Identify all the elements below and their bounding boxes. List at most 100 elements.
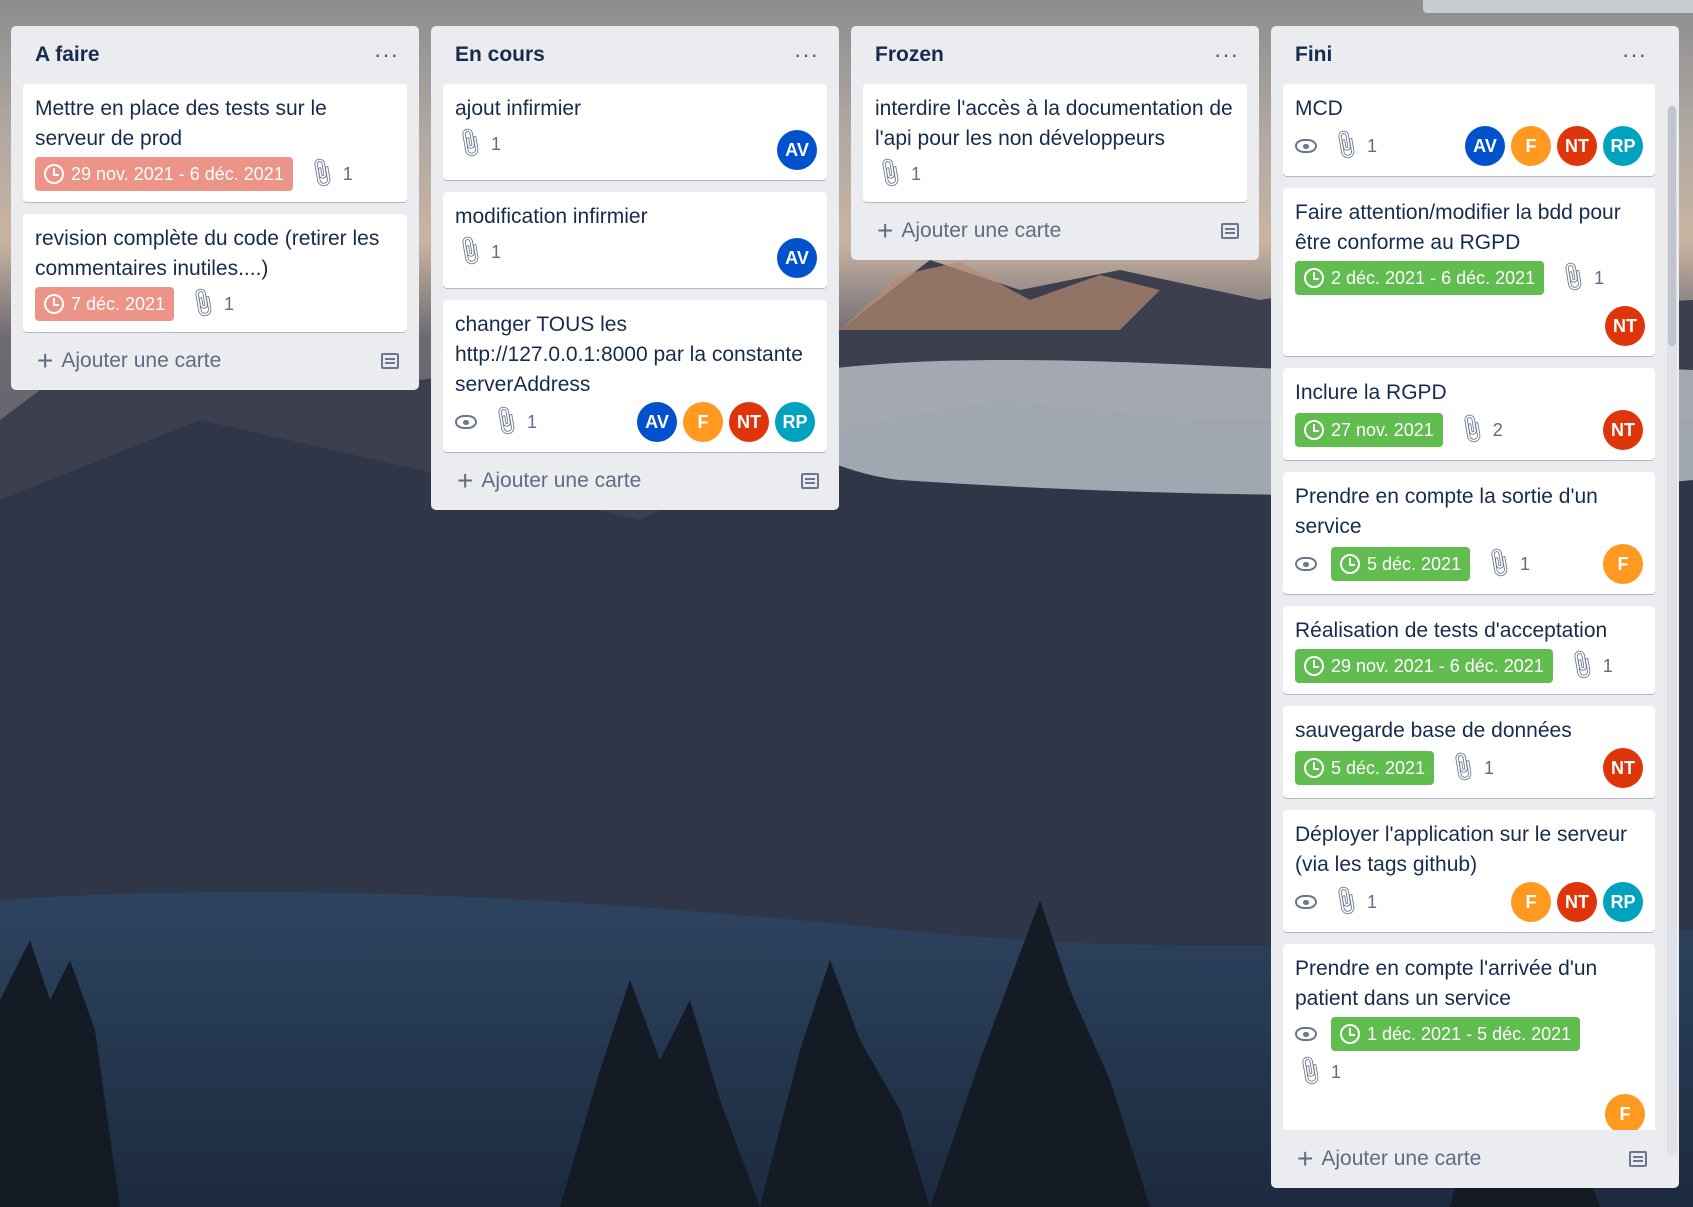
plus-icon: + [1297, 1143, 1314, 1174]
avatar[interactable]: NT [1605, 306, 1645, 346]
avatar[interactable]: NT [1603, 748, 1643, 788]
scrollbar-thumb[interactable] [1668, 106, 1676, 346]
card-title: interdire l'accès à la documentation de … [875, 97, 1233, 150]
due-date-badge[interactable]: 2 déc. 2021 - 6 déc. 2021 [1295, 261, 1545, 295]
card[interactable]: Mettre en place des tests sur le serveur… [23, 84, 407, 202]
card[interactable]: Déployer l'application sur le serveur (v… [1283, 810, 1655, 932]
avatar[interactable]: NT [1557, 126, 1597, 166]
add-card-label: Ajouter une carte [481, 469, 642, 492]
due-date-badge[interactable]: 29 nov. 2021 - 6 déc. 2021 [35, 157, 293, 191]
list-header: A faire ··· [11, 26, 419, 84]
paperclip-icon: 📎︎ [1326, 127, 1364, 164]
avatar[interactable]: AV [637, 402, 677, 442]
list-title[interactable]: Fini [1283, 43, 1332, 67]
attachment-count: 1 [1594, 267, 1605, 288]
card[interactable]: Prendre en compte l'arrivée d'un patient… [1283, 944, 1655, 1130]
avatar[interactable]: NT [729, 402, 769, 442]
card[interactable]: Prendre en compte la sortie d'un service… [1283, 472, 1655, 594]
due-date-badge[interactable]: 29 nov. 2021 - 6 déc. 2021 [1295, 649, 1553, 683]
card[interactable]: interdire l'accès à la documentation de … [863, 84, 1247, 202]
attachments-badge: 📎︎ 1 [871, 155, 921, 192]
paperclip-icon: 📎︎ [302, 155, 340, 192]
avatar[interactable]: NT [1603, 410, 1643, 450]
due-date-badge[interactable]: 5 déc. 2021 [1295, 751, 1435, 785]
avatar[interactable]: F [1603, 544, 1643, 584]
avatar[interactable]: RP [1603, 882, 1643, 922]
list-menu-icon[interactable]: ··· [1622, 44, 1655, 66]
paperclip-icon: 📎︎ [1290, 1053, 1328, 1090]
attachments-badge: 📎︎ 1 [1444, 749, 1495, 786]
eye-icon [455, 415, 477, 429]
avatar[interactable]: F [1511, 126, 1551, 166]
card[interactable]: MCD 📎︎ 1 AV F NT RP [1283, 84, 1655, 176]
avatar[interactable]: AV [1465, 126, 1505, 166]
eye-icon [1295, 557, 1317, 571]
attachment-count: 1 [1330, 1061, 1341, 1082]
eye-icon [1295, 139, 1317, 153]
avatar[interactable]: F [1605, 1094, 1645, 1130]
card[interactable]: Faire attention/modifier la bdd pour êtr… [1283, 188, 1655, 356]
paperclip-icon: 📎︎ [1443, 749, 1481, 786]
list-menu-icon[interactable]: ··· [1214, 44, 1247, 66]
due-date-text: 1 déc. 2021 - 5 déc. 2021 [1367, 1023, 1572, 1044]
card[interactable]: sauvegarde base de données 5 déc. 2021 📎… [1283, 706, 1655, 798]
clock-icon [44, 164, 64, 184]
list-header: Frozen ··· [851, 26, 1259, 84]
avatar[interactable]: NT [1557, 882, 1597, 922]
attachments-badge: 📎︎ 1 [1554, 259, 1605, 296]
card-template-icon[interactable] [1221, 223, 1239, 239]
paperclip-icon: 📎︎ [1479, 545, 1517, 582]
card-title: Prendre en compte l'arrivée d'un patient… [1295, 957, 1598, 1010]
add-card-button[interactable]: + Ajouter une carte [863, 202, 1247, 260]
avatar[interactable]: F [683, 402, 723, 442]
card-title: revision complète du code (retirer les c… [35, 227, 380, 280]
list-scrollbar[interactable] [1667, 106, 1677, 1156]
avatar[interactable]: F [1511, 882, 1551, 922]
due-date-badge[interactable]: 7 déc. 2021 [35, 287, 175, 321]
attachments-badge: 📎︎ 1 [302, 155, 352, 192]
list-frozen: Frozen ··· interdire l'accès à la docume… [851, 26, 1259, 260]
card[interactable]: Réalisation de tests d'acceptation 29 no… [1283, 606, 1655, 694]
paperclip-icon: 📎︎ [183, 285, 221, 322]
add-card-button[interactable]: + Ajouter une carte [443, 452, 827, 510]
avatar[interactable]: AV [777, 238, 817, 278]
card-template-icon[interactable] [381, 353, 399, 369]
due-date-badge[interactable]: 5 déc. 2021 [1331, 547, 1471, 581]
due-date-badge[interactable]: 1 déc. 2021 - 5 déc. 2021 [1331, 1017, 1581, 1051]
card[interactable]: revision complète du code (retirer les c… [23, 214, 407, 332]
list-menu-icon[interactable]: ··· [374, 44, 407, 66]
paperclip-icon: 📎︎ [870, 155, 908, 192]
list-header: Fini ··· [1271, 26, 1667, 84]
card-title: Faire attention/modifier la bdd pour êtr… [1295, 201, 1621, 254]
attachments-badge: 📎︎ 1 [1327, 127, 1377, 164]
list-title[interactable]: En cours [443, 43, 545, 67]
list-title[interactable]: A faire [23, 43, 100, 67]
card-title: Prendre en compte la sortie d'un service [1295, 485, 1598, 538]
clock-icon [1340, 1024, 1360, 1044]
avatar[interactable]: AV [777, 130, 817, 170]
add-card-button[interactable]: + Ajouter une carte [1283, 1130, 1655, 1188]
plus-icon: + [37, 345, 54, 376]
card[interactable]: Inclure la RGPD 27 nov. 2021 📎︎ 2 NT [1283, 368, 1655, 460]
attachments-badge: 📎︎ 1 [451, 125, 501, 162]
avatar[interactable]: RP [1603, 126, 1643, 166]
card-title: modification infirmier [455, 205, 648, 228]
avatar[interactable]: RP [775, 402, 815, 442]
card-title: MCD [1295, 97, 1343, 120]
card[interactable]: ajout infirmier 📎︎ 1 AV [443, 84, 827, 180]
attachment-count: 1 [1484, 757, 1495, 778]
clock-icon [1304, 268, 1324, 288]
clock-icon [44, 294, 64, 314]
card-template-icon[interactable] [1629, 1151, 1647, 1167]
due-date-badge[interactable]: 27 nov. 2021 [1295, 413, 1443, 447]
list-title[interactable]: Frozen [863, 43, 944, 67]
eye-icon [1295, 1027, 1317, 1041]
add-card-button[interactable]: + Ajouter une carte [23, 332, 407, 390]
card-template-icon[interactable] [801, 473, 819, 489]
card[interactable]: modification infirmier 📎︎ 1 AV [443, 192, 827, 288]
card[interactable]: changer TOUS les http://127.0.0.1:8000 p… [443, 300, 827, 452]
attachment-count: 1 [1520, 553, 1531, 574]
plus-icon: + [877, 215, 894, 246]
card-title: ajout infirmier [455, 97, 582, 120]
list-menu-icon[interactable]: ··· [794, 44, 827, 66]
